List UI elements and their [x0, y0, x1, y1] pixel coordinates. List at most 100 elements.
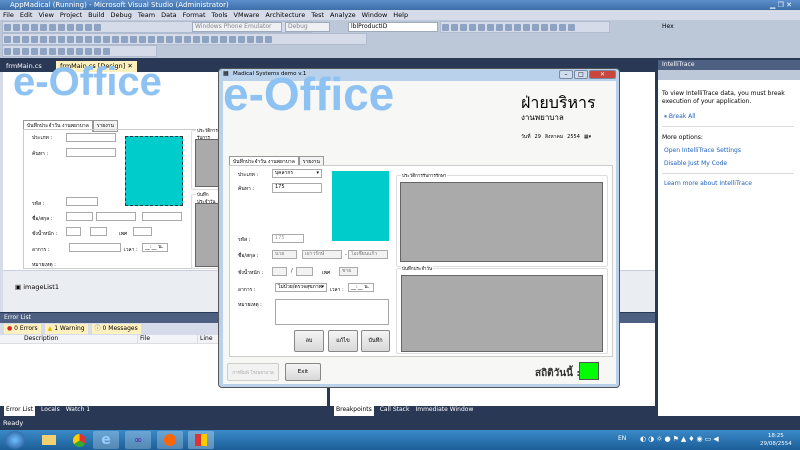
delete-button[interactable]: ลบ: [294, 330, 324, 352]
firstname-input[interactable]: [96, 212, 136, 221]
menu-view[interactable]: View: [38, 10, 53, 20]
edit-button[interactable]: แก้ไข: [328, 330, 358, 352]
tab-watch1[interactable]: Watch 1: [66, 406, 90, 416]
print-button[interactable]: การพิมพ์ โรงพยาบาล: [227, 363, 279, 381]
status-bar: Ready: [0, 416, 800, 430]
minimize-button[interactable]: –: [559, 70, 573, 79]
tab-error-list[interactable]: Error List: [4, 406, 36, 416]
menu-file[interactable]: File: [3, 10, 14, 20]
note-textarea[interactable]: [275, 299, 389, 325]
close-button[interactable]: ✕: [589, 70, 616, 79]
menu-edit[interactable]: Edit: [20, 10, 33, 20]
errors-filter[interactable]: ● 0 Errors: [4, 324, 41, 334]
menu-debug[interactable]: Debug: [111, 10, 132, 20]
find-combo[interactable]: lblProductID: [348, 22, 438, 32]
layout-toolbar[interactable]: [2, 33, 367, 45]
lastname-input[interactable]: โอเชียนแก้ว: [348, 250, 388, 259]
media-player-icon[interactable]: [157, 431, 183, 449]
menu-test[interactable]: Test: [311, 10, 324, 20]
photo-box[interactable]: [125, 136, 183, 206]
menu-format[interactable]: Format: [183, 10, 206, 20]
date-year: 2554: [567, 134, 580, 140]
menu-build[interactable]: Build: [88, 10, 104, 20]
menu-tools[interactable]: Tools: [212, 10, 228, 20]
menu-team[interactable]: Team: [138, 10, 155, 20]
prefix-input[interactable]: นาย: [272, 250, 297, 259]
visual-studio-icon[interactable]: ∞: [125, 431, 151, 449]
app-window-icon[interactable]: [188, 431, 214, 449]
sex-input[interactable]: [133, 227, 152, 236]
tab-immediate-window[interactable]: Immediate Window: [415, 406, 473, 416]
id-input[interactable]: [66, 197, 98, 206]
label-name: ชื่อ/สกุล :: [238, 253, 259, 259]
col-description[interactable]: Description: [0, 335, 137, 343]
tab-call-stack[interactable]: Call Stack: [380, 406, 410, 416]
break-all-link[interactable]: ⏸ Break All: [664, 113, 696, 121]
menu-vmware[interactable]: VMware: [234, 10, 260, 20]
date-label: วันที่: [521, 134, 531, 140]
id-input[interactable]: 175: [272, 234, 304, 243]
lastname-input[interactable]: [142, 212, 182, 221]
tab-locals[interactable]: Locals: [41, 406, 60, 416]
window-controls[interactable]: ▁ ❐ ✕: [770, 0, 792, 10]
disable-jmc-link[interactable]: Disable Just My Code: [664, 160, 727, 167]
debug-toolbar[interactable]: [440, 21, 610, 33]
firstname-input[interactable]: เยาวรักษ์: [302, 250, 342, 259]
menu-analyze[interactable]: Analyze: [330, 10, 356, 20]
clock[interactable]: 18:25 29/08/2554: [760, 432, 792, 448]
weight-input[interactable]: [66, 227, 81, 236]
height-input[interactable]: [90, 227, 107, 236]
tray-icons[interactable]: ◐◑☼●⚑▲♦◉▭◀: [640, 435, 721, 443]
intellitrace-message: To view IntelliTrace data, you must brea…: [662, 90, 785, 105]
clock-time: 18:25: [767, 433, 784, 439]
symptom-combo[interactable]: ไม่ป่วย/ตรวจสุขภาพ ▾: [275, 283, 327, 292]
daily-grid[interactable]: [401, 275, 603, 352]
menu-architecture[interactable]: Architecture: [265, 10, 305, 20]
label-time: เวลา :: [330, 287, 344, 293]
explorer-icon[interactable]: [36, 431, 62, 449]
prefix-input[interactable]: [66, 212, 93, 221]
window-title: AppMadical (Running) - Microsoft Visual …: [10, 1, 229, 9]
time-input[interactable]: __:__ น.: [142, 243, 168, 252]
config-select[interactable]: Debug: [285, 22, 330, 32]
calendar-icon[interactable]: ▦▾: [584, 134, 591, 140]
search-input[interactable]: [66, 148, 116, 157]
designer-logo: e-Office: [13, 60, 162, 104]
intellitrace-toolbar[interactable]: [658, 70, 800, 80]
type-combo[interactable]: [66, 133, 116, 142]
menu-project[interactable]: Project: [60, 10, 82, 20]
imagelist-component[interactable]: ▣ imageList1: [15, 283, 59, 291]
time-input[interactable]: __:__ น.: [348, 283, 374, 292]
text-toolbar[interactable]: [2, 45, 157, 57]
save-button[interactable]: บันทึก: [361, 330, 390, 352]
sex-input[interactable]: ชาย: [339, 267, 358, 276]
messages-filter[interactable]: ⓘ 0 Messages: [91, 324, 141, 334]
search-input[interactable]: 175: [272, 183, 322, 193]
menu-help[interactable]: Help: [393, 10, 408, 20]
col-line[interactable]: Line: [197, 335, 213, 343]
ie-icon[interactable]: e: [93, 431, 119, 449]
emulator-select[interactable]: Windows Phone Emulator: [192, 22, 282, 32]
menu-data[interactable]: Data: [161, 10, 177, 20]
exit-button[interactable]: Exit: [285, 363, 321, 381]
menu-bar: File Edit View Project Build Debug Team Data For…: [0, 10, 800, 20]
col-file[interactable]: File: [137, 335, 197, 343]
type-combo[interactable]: บุคลากร ▾: [272, 169, 322, 178]
tab-breakpoints[interactable]: Breakpoints: [334, 406, 374, 416]
label-name: ชื่อ/สกุล :: [32, 216, 53, 222]
hex-button[interactable]: Hex: [662, 23, 674, 30]
warnings-filter[interactable]: ▲ 1 Warning: [44, 324, 88, 334]
chrome-icon[interactable]: [66, 431, 92, 449]
label-sex: เพศ: [322, 270, 331, 276]
symptom-combo[interactable]: [69, 243, 121, 252]
start-button[interactable]: [5, 431, 25, 449]
menu-window[interactable]: Window: [362, 10, 388, 20]
history-grid[interactable]: [400, 182, 603, 262]
language-indicator[interactable]: EN: [618, 435, 626, 442]
open-settings-link[interactable]: Open IntelliTrace Settings: [664, 147, 741, 154]
maximize-button[interactable]: □: [574, 70, 588, 79]
date-picker[interactable]: วันที่ 29 สิงหาคม 2554 ▦▾: [521, 132, 597, 142]
height-input[interactable]: [296, 267, 313, 276]
learn-more-link[interactable]: Learn more about IntelliTrace: [664, 180, 752, 187]
weight-input[interactable]: [272, 267, 287, 276]
